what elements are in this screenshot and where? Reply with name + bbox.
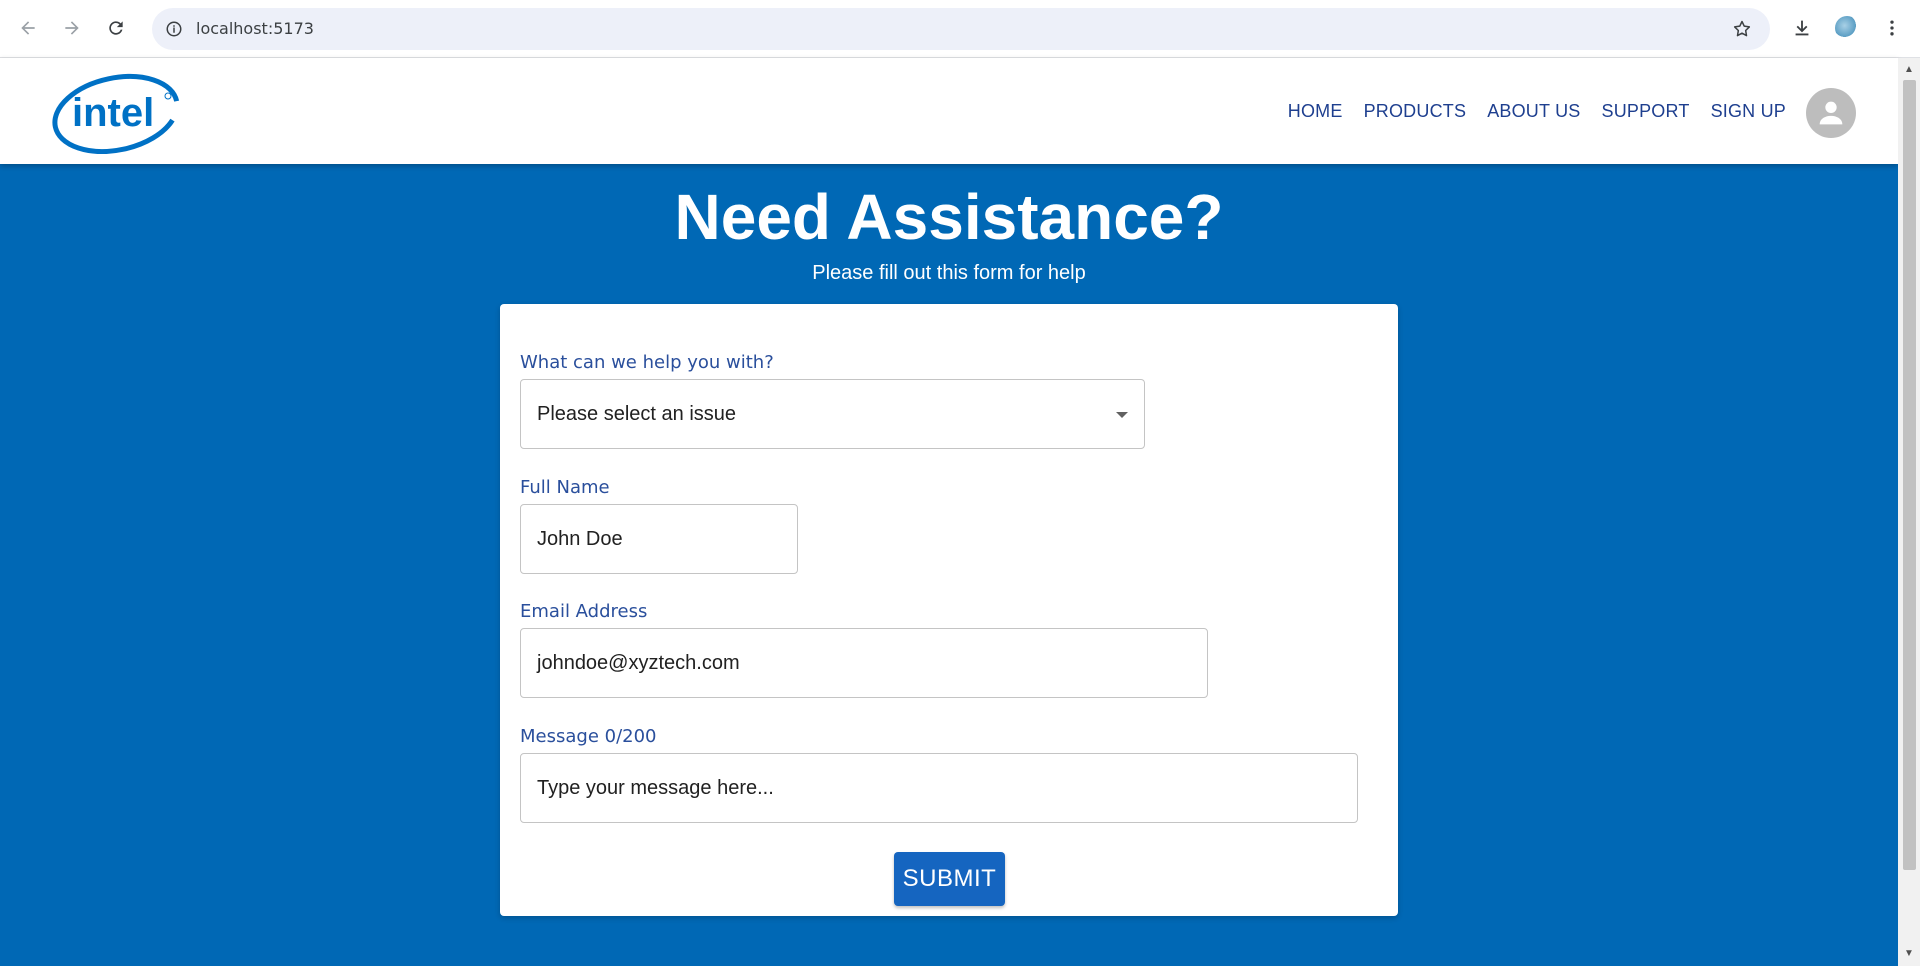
email-field[interactable]: johndoe@xyztech.com <box>520 628 1208 698</box>
download-icon[interactable] <box>1786 12 1818 44</box>
chevron-down-icon <box>1116 412 1128 418</box>
arrow-right-icon <box>65 21 79 35</box>
info-icon[interactable] <box>162 17 186 41</box>
back-button[interactable] <box>12 12 44 44</box>
profile-avatar-icon[interactable] <box>1831 12 1863 44</box>
nav-sign-up[interactable]: SIGN UP <box>1711 101 1786 122</box>
support-form: What can we help you with? Please select… <box>500 304 1398 916</box>
scroll-down-icon[interactable]: ▼ <box>1903 948 1915 960</box>
star-icon[interactable] <box>1730 17 1754 41</box>
url-text[interactable]: localhost:5173 <box>196 8 314 50</box>
nav-about-us[interactable]: ABOUT US <box>1487 101 1580 122</box>
page-subtitle: Please fill out this form for help <box>812 262 1086 284</box>
nav-support[interactable]: SUPPORT <box>1601 101 1689 122</box>
browser-toolbar: localhost:5173 <box>0 0 1920 58</box>
forward-button[interactable] <box>56 12 88 44</box>
issue-label: What can we help you with? <box>520 352 774 373</box>
page-scrollbar[interactable]: ▲ ▼ <box>1898 58 1920 966</box>
arrow-left-icon <box>21 21 35 35</box>
page-title: Need Assistance? <box>674 181 1224 253</box>
message-field[interactable]: Type your message here... <box>520 753 1358 823</box>
scroll-thumb[interactable] <box>1903 80 1916 870</box>
full-name-label: Full Name <box>520 477 610 498</box>
message-label: Message 0/200 <box>520 726 657 747</box>
full-name-field[interactable]: John Doe <box>520 504 798 574</box>
account-avatar[interactable] <box>1806 88 1856 138</box>
message-placeholder: Type your message here... <box>537 776 774 799</box>
issue-select[interactable]: Please select an issue <box>520 379 1145 449</box>
nav-home[interactable]: HOME <box>1288 101 1343 122</box>
nav-products[interactable]: PRODUCTS <box>1364 101 1467 122</box>
scroll-up-icon[interactable]: ▲ <box>1903 64 1915 76</box>
kebab-menu-icon[interactable] <box>1876 12 1908 44</box>
reload-button[interactable] <box>100 12 132 44</box>
main-nav: HOME PRODUCTS ABOUT US SUPPORT SIGN UP <box>1267 58 1786 164</box>
reload-icon <box>109 21 123 35</box>
person-icon <box>1819 101 1843 125</box>
intel-logo[interactable]: intel <box>52 70 184 154</box>
submit-button[interactable]: SUBMIT <box>894 852 1005 906</box>
email-value: johndoe@xyztech.com <box>537 651 740 674</box>
email-label: Email Address <box>520 601 648 622</box>
address-bar[interactable]: localhost:5173 <box>152 8 1770 50</box>
full-name-value: John Doe <box>537 527 623 550</box>
issue-select-value: Please select an issue <box>537 402 737 425</box>
site-header: intel HOME PRODUCTS ABOUT US SUPPORT SIG… <box>0 58 1898 164</box>
svg-text:intel: intel <box>72 91 154 135</box>
